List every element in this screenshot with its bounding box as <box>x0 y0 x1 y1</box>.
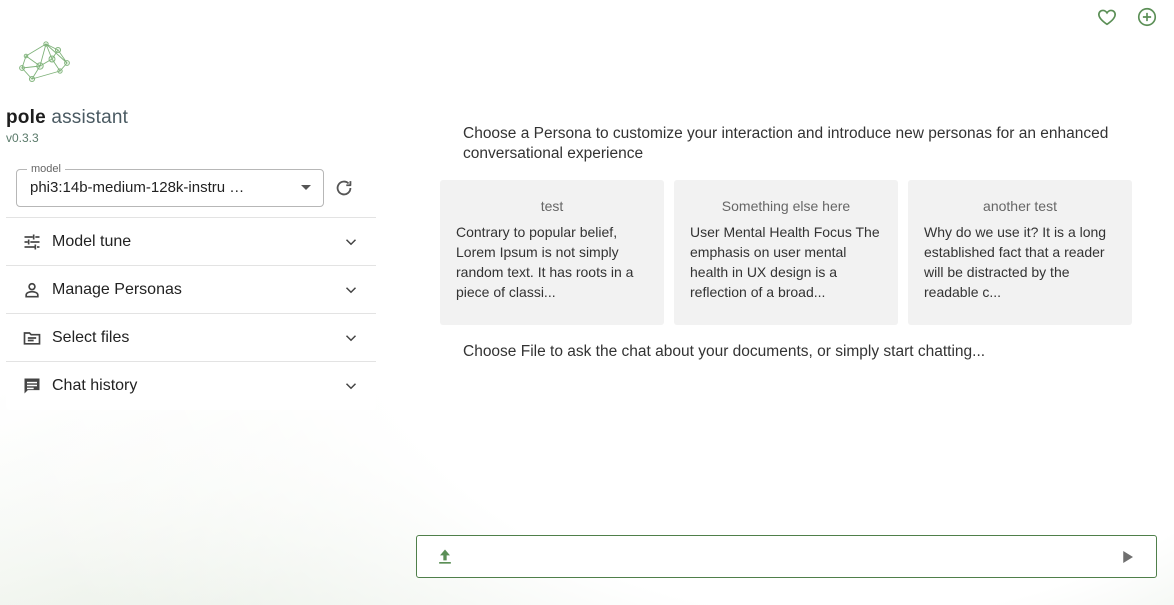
app-name-bold: pole <box>6 107 46 128</box>
upload-icon[interactable] <box>435 547 455 567</box>
chat-input-bar <box>416 535 1157 578</box>
refresh-icon[interactable] <box>333 177 355 199</box>
accordion-label: Select files <box>52 328 130 346</box>
model-row: model phi3:14b-medium-128k-instru … <box>6 158 376 218</box>
accordion-label: Chat history <box>52 376 138 394</box>
top-toolbar <box>1096 6 1158 28</box>
model-select-value: phi3:14b-medium-128k-instru … <box>30 179 245 196</box>
persona-title: another test <box>983 198 1057 214</box>
accordion-model-tune[interactable]: Model tune <box>6 218 376 266</box>
heart-icon[interactable] <box>1096 6 1118 28</box>
tune-sliders-icon <box>24 234 40 249</box>
accordion-manage-personas[interactable]: Manage Personas <box>6 266 376 314</box>
person-icon <box>25 282 39 297</box>
sidebar-panel: model phi3:14b-medium-128k-instru … Mode… <box>6 158 376 410</box>
dropdown-caret-icon <box>301 185 311 190</box>
brand-block: pole assistant v0.3.3 <box>6 38 128 145</box>
app-name-light: assistant <box>45 107 129 128</box>
choose-file-hint: Choose File to ask the chat about your d… <box>447 333 1137 377</box>
accordion-chat-history[interactable]: Chat history <box>6 362 376 409</box>
model-select[interactable]: model phi3:14b-medium-128k-instru … <box>16 161 324 207</box>
persona-card[interactable]: Something else here User Mental Health F… <box>674 180 898 325</box>
persona-title: test <box>540 198 564 214</box>
persona-description: Why do we use it? It is a long establish… <box>924 224 1107 300</box>
persona-description: User Mental Health Focus The emphasis on… <box>690 224 880 300</box>
persona-card[interactable]: test Contrary to popular belief, Lorem I… <box>440 180 664 325</box>
chevron-down-icon <box>345 238 357 245</box>
chevron-down-icon <box>345 334 357 341</box>
folder-icon <box>23 331 41 345</box>
app-version: v0.3.3 <box>6 131 39 145</box>
persona-cards: test Contrary to popular belief, Lorem I… <box>440 180 1132 325</box>
chat-input[interactable] <box>465 547 1108 566</box>
chevron-down-icon <box>345 286 357 293</box>
chevron-down-icon <box>345 382 357 389</box>
accordion-select-files[interactable]: Select files <box>6 314 376 362</box>
send-icon[interactable] <box>1118 548 1136 566</box>
persona-title: Something else here <box>721 198 851 214</box>
add-circle-icon[interactable] <box>1136 6 1158 28</box>
chat-icon <box>24 378 40 393</box>
accordion-label: Model tune <box>52 232 132 250</box>
persona-card[interactable]: another test Why do we use it? It is a l… <box>908 180 1132 325</box>
app-name: pole assistant <box>6 107 128 129</box>
accordion-label: Manage Personas <box>52 280 182 298</box>
persona-description: Contrary to popular belief, Lorem Ipsum … <box>456 224 634 300</box>
persona-intro-text: Choose a Persona to customize your inter… <box>463 125 1109 162</box>
network-graph-logo <box>19 41 70 83</box>
model-select-label: model <box>27 161 65 176</box>
